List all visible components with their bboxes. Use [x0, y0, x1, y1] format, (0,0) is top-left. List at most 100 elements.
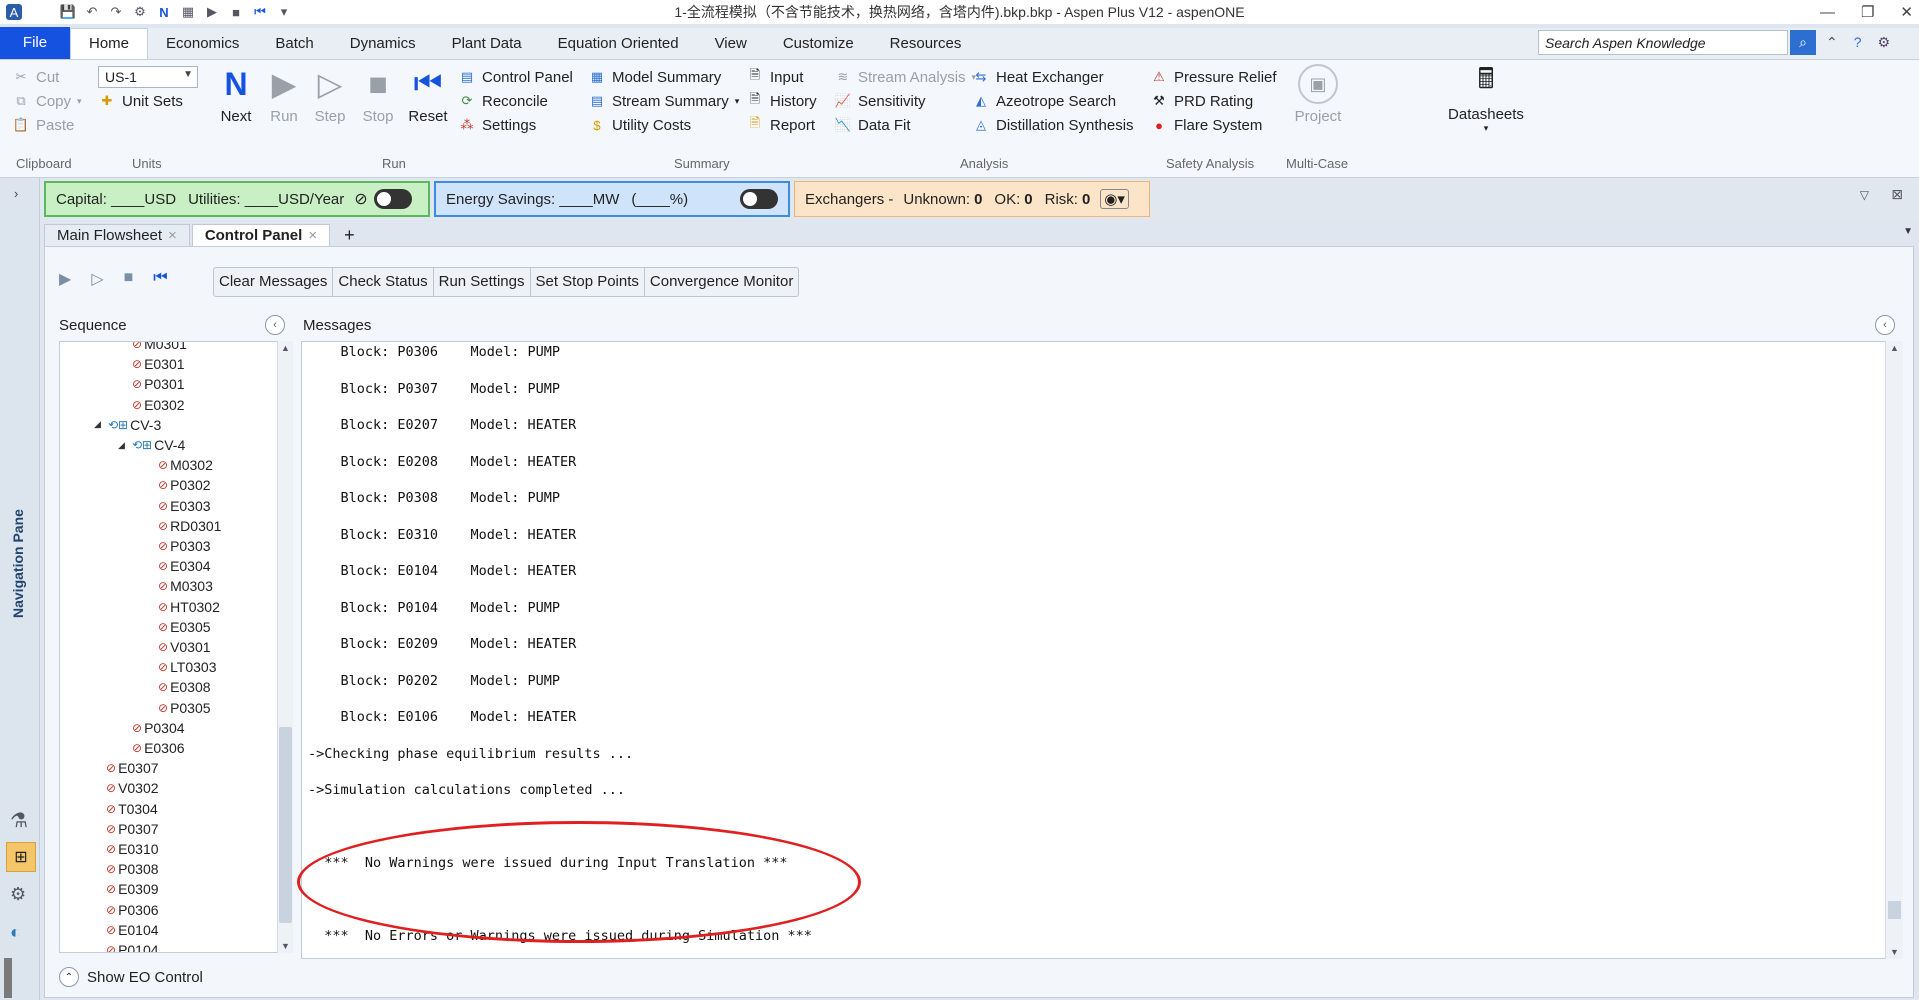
stop-button[interactable]: ■ Stop [356, 64, 400, 126]
sequence-block[interactable]: ⊘ RD0301 [158, 518, 221, 534]
cut-button[interactable]: ✂ Cut [12, 68, 60, 86]
messages-area[interactable]: Block: P0306 Model: PUMP Block: P0307 Mo… [301, 341, 1903, 959]
copy-button[interactable]: ⧉ Copy ▾ [12, 92, 81, 110]
settings-button[interactable]: ⁂ Settings [458, 116, 537, 134]
tab-customize[interactable]: Customize [765, 29, 872, 59]
energy-toggle[interactable] [740, 189, 778, 209]
navigation-pane-label[interactable]: Navigation Pane [10, 509, 26, 618]
new-tab-button[interactable]: + [332, 224, 367, 246]
collapse-sequence-icon[interactable]: ‹ [265, 315, 285, 335]
clear-messages-button[interactable]: Clear Messages [214, 268, 334, 296]
minimize-button[interactable]: — [1820, 4, 1835, 21]
paste-button[interactable]: 📋 Paste [12, 116, 74, 134]
simulation-flowsheet-icon[interactable]: ⊞ [6, 842, 36, 872]
sequence-block[interactable]: ⊘ E0104 [106, 922, 159, 938]
stream-summary-button[interactable]: ▤ Stream Summary ▾ [588, 92, 739, 110]
run-icon[interactable]: ▶ [204, 4, 220, 20]
unit-sets-button[interactable]: ✚ Unit Sets [98, 92, 183, 110]
sequence-block[interactable]: ⊘ HT0302 [158, 599, 220, 615]
scroll-down-icon[interactable]: ▼ [281, 941, 290, 951]
exchanger-details-icon[interactable]: ◉▾ [1100, 189, 1129, 209]
data-fit-button[interactable]: 📉 Data Fit [834, 116, 911, 134]
sequence-block[interactable]: ⊘ V0301 [158, 639, 211, 655]
sequence-block[interactable]: ⊘ P0301 [132, 376, 185, 392]
tab-equation-oriented[interactable]: Equation Oriented [540, 29, 697, 59]
scroll-up-icon[interactable]: ▲ [281, 343, 290, 353]
tab-home[interactable]: Home [70, 28, 149, 59]
pressure-relief-button[interactable]: ⚠ Pressure Relief [1150, 68, 1276, 86]
restore-button[interactable]: ❐ [1861, 3, 1874, 21]
report-button[interactable]: 🗎 Report [746, 115, 815, 134]
messages-scrollbar[interactable]: ▲ ▼ [1885, 341, 1903, 959]
safety-analysis-icon[interactable]: ⚙ [10, 884, 26, 905]
messages-scroll-thumb[interactable] [1888, 901, 1901, 919]
tab-main-flowsheet[interactable]: Main Flowsheet × [44, 224, 190, 246]
sequence-block[interactable]: ⊘ LT0303 [158, 659, 217, 675]
scroll-down-icon[interactable]: ▼ [1890, 947, 1899, 957]
sequence-block[interactable]: ⊘ M0303 [158, 578, 213, 594]
tab-view[interactable]: View [697, 29, 765, 59]
close-tab-icon[interactable]: × [168, 227, 177, 244]
sequence-block[interactable]: ⊘ E0305 [158, 619, 211, 635]
undo-icon[interactable]: ↶ [84, 4, 100, 20]
history-button[interactable]: 🗎 History [746, 91, 817, 110]
reset-icon[interactable]: ⏮ [252, 4, 268, 20]
prd-rating-button[interactable]: ⚒ PRD Rating [1150, 92, 1253, 110]
stream-analysis-button[interactable]: ≋ Stream Analysis ▾ [834, 68, 977, 86]
set-stop-points-button[interactable]: Set Stop Points [531, 268, 645, 296]
azeotrope-search-button[interactable]: ◭ Azeotrope Search [972, 92, 1116, 110]
run-icon[interactable]: ▶ [59, 269, 71, 289]
next-button[interactable]: N Next [214, 64, 258, 126]
tab-plant-data[interactable]: Plant Data [434, 29, 540, 59]
next-icon[interactable]: N [156, 4, 172, 20]
tab-list-icon[interactable]: ▼ [1903, 226, 1913, 237]
expand-nav-icon[interactable]: › [14, 186, 18, 201]
datasheets-button[interactable]: 🖩 Datasheets ▾ [1444, 62, 1528, 134]
sequence-block[interactable]: ⊘ E0310 [106, 841, 159, 857]
reconcile-button[interactable]: ⟳ Reconcile [458, 92, 548, 110]
energy-savings-box[interactable]: Energy Savings: ____MW (____%) [434, 181, 790, 217]
sequence-scrollbar[interactable]: ▲ ▼ [277, 341, 293, 953]
sequence-block[interactable]: ⊘ E0306 [132, 740, 185, 756]
sequence-block[interactable]: ⊘ M0302 [158, 457, 213, 473]
convergence-monitor-button[interactable]: Convergence Monitor [645, 268, 798, 296]
sequence-block[interactable]: ⊘ P0308 [106, 861, 159, 877]
distillation-synthesis-button[interactable]: ◬ Distillation Synthesis [972, 116, 1134, 134]
collapse-bar-icon[interactable]: ▽ [1860, 188, 1869, 202]
reset-icon[interactable]: ⏮ [153, 269, 167, 289]
run-button[interactable]: ▶ Run [262, 64, 306, 125]
settings-icon[interactable]: ⚙ [1878, 34, 1891, 51]
search-button[interactable]: ⌕ [1790, 30, 1816, 55]
sequence-block[interactable]: ⊘ M0301 [132, 342, 187, 352]
customize-qa-icon[interactable]: ▾ [276, 4, 292, 20]
sequence-block[interactable]: ⊘ P0306 [106, 902, 159, 918]
sequence-block[interactable]: ⊘ P0307 [106, 821, 159, 837]
sequence-block[interactable]: ⊘ T0304 [106, 801, 158, 817]
redo-icon[interactable]: ↷ [108, 4, 124, 20]
capital-utilities-box[interactable]: Capital: ____USD Utilities: ____USD/Year… [44, 181, 430, 217]
sequence-block[interactable]: ⊘ P0302 [158, 477, 211, 493]
step-icon[interactable]: ▷ [91, 269, 103, 289]
sequence-block[interactable]: ⊘ E0309 [106, 881, 159, 897]
reset-button[interactable]: ⏮ Reset [404, 64, 452, 125]
expand-toggle-icon[interactable]: ◢ [94, 419, 106, 430]
sensitivity-button[interactable]: 📈 Sensitivity [834, 92, 926, 110]
tab-resources[interactable]: Resources [872, 29, 980, 59]
collapse-ribbon-icon[interactable]: ⌃ [1826, 34, 1838, 51]
sequence-block[interactable]: ⊘ V0302 [106, 780, 159, 796]
sequence-tree[interactable]: ⊘ M0301 ⊘ E0301 ⊘ P0301 ⊘ E0302 ◢ ⟲⊞ CV-3 ◢ ⟲⊞ CV-4 ⊘ M… [59, 341, 279, 953]
tab-economics[interactable]: Economics [148, 29, 257, 59]
search-input[interactable]: Search Aspen Knowledge [1538, 30, 1788, 55]
close-bar-icon[interactable]: ⊠ [1891, 186, 1903, 203]
stop-icon[interactable]: ■ [124, 269, 134, 289]
grid-icon[interactable]: ▦ [180, 4, 196, 20]
capital-toggle[interactable] [373, 189, 412, 209]
tab-control-panel[interactable]: Control Panel × [191, 224, 331, 246]
collapse-messages-icon[interactable]: ‹ [1875, 315, 1895, 335]
properties-flask-icon[interactable]: ⚗ [10, 808, 28, 833]
sequence-block[interactable]: ⊘ E0303 [158, 498, 211, 514]
flare-system-button[interactable]: ● Flare System [1150, 116, 1262, 134]
heat-exchanger-button[interactable]: ⇆ Heat Exchanger [972, 68, 1104, 86]
expand-toggle-icon[interactable]: ◢ [118, 440, 130, 451]
save-icon[interactable]: 💾 [60, 4, 76, 20]
